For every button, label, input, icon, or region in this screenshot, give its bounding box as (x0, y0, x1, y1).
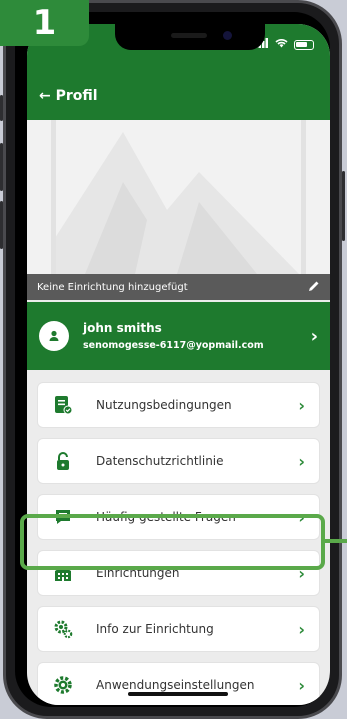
facility-cover-image (27, 120, 330, 274)
mute-switch (0, 95, 3, 121)
menu-item-facility-info[interactable]: Info zur Einrichtung › (37, 606, 320, 652)
profile-email: senomogesse-6117@yopmail.com (83, 340, 264, 351)
profile-info: john smiths senomogesse-6117@yopmail.com (83, 321, 311, 351)
wifi-icon (275, 38, 288, 51)
chevron-right-icon: › (298, 675, 305, 695)
lock-icon (52, 450, 74, 472)
profile-name: john smiths (83, 321, 162, 335)
back-label: ← Profil (39, 88, 98, 104)
volume-down-button (0, 201, 3, 249)
chevron-right-icon: › (298, 451, 305, 471)
image-placeholder-icon (27, 120, 330, 274)
speaker-grille (171, 33, 207, 38)
menu-item-label: Info zur Einrichtung (96, 622, 214, 636)
app-screen: ← Profil Keine Einrichtung hinzugefügt j… (27, 24, 330, 705)
chevron-right-icon: › (310, 325, 318, 347)
phone-frame: ← Profil Keine Einrichtung hinzugefügt j… (0, 0, 345, 719)
cover-caption-bar: Keine Einrichtung hinzugefügt (27, 274, 330, 300)
app-header: ← Profil (27, 72, 330, 120)
battery-icon (294, 39, 314, 50)
menu-item-label: Datenschutzrichtlinie (96, 454, 224, 468)
home-indicator (128, 692, 228, 696)
user-icon (39, 321, 69, 351)
pencil-icon[interactable] (308, 280, 320, 295)
step-badge: 1 (0, 0, 89, 46)
document-check-icon (52, 394, 74, 416)
tutorial-highlight-box (20, 514, 325, 570)
chevron-right-icon: › (298, 395, 305, 415)
menu-item-label: Anwendungseinstellungen (96, 678, 255, 692)
settings-gear-icon (52, 674, 74, 696)
tutorial-pointer-line (325, 539, 347, 543)
volume-up-button (0, 143, 3, 191)
menu-item-app-settings[interactable]: Anwendungseinstellungen › (37, 662, 320, 705)
front-camera (223, 31, 232, 40)
notch (115, 24, 265, 50)
no-facility-text: Keine Einrichtung hinzugefügt (37, 281, 188, 293)
gears-icon (52, 618, 74, 640)
menu-item-terms[interactable]: Nutzungsbedingungen › (37, 382, 320, 428)
power-button (342, 171, 345, 241)
menu-item-label: Nutzungsbedingungen (96, 398, 232, 412)
phone-bezel: ← Profil Keine Einrichtung hinzugefügt j… (15, 12, 330, 707)
chevron-right-icon: › (298, 619, 305, 639)
profile-card[interactable]: john smiths senomogesse-6117@yopmail.com… (27, 302, 330, 370)
menu-item-privacy[interactable]: Datenschutzrichtlinie › (37, 438, 320, 484)
back-button[interactable]: ← Profil (39, 88, 98, 104)
